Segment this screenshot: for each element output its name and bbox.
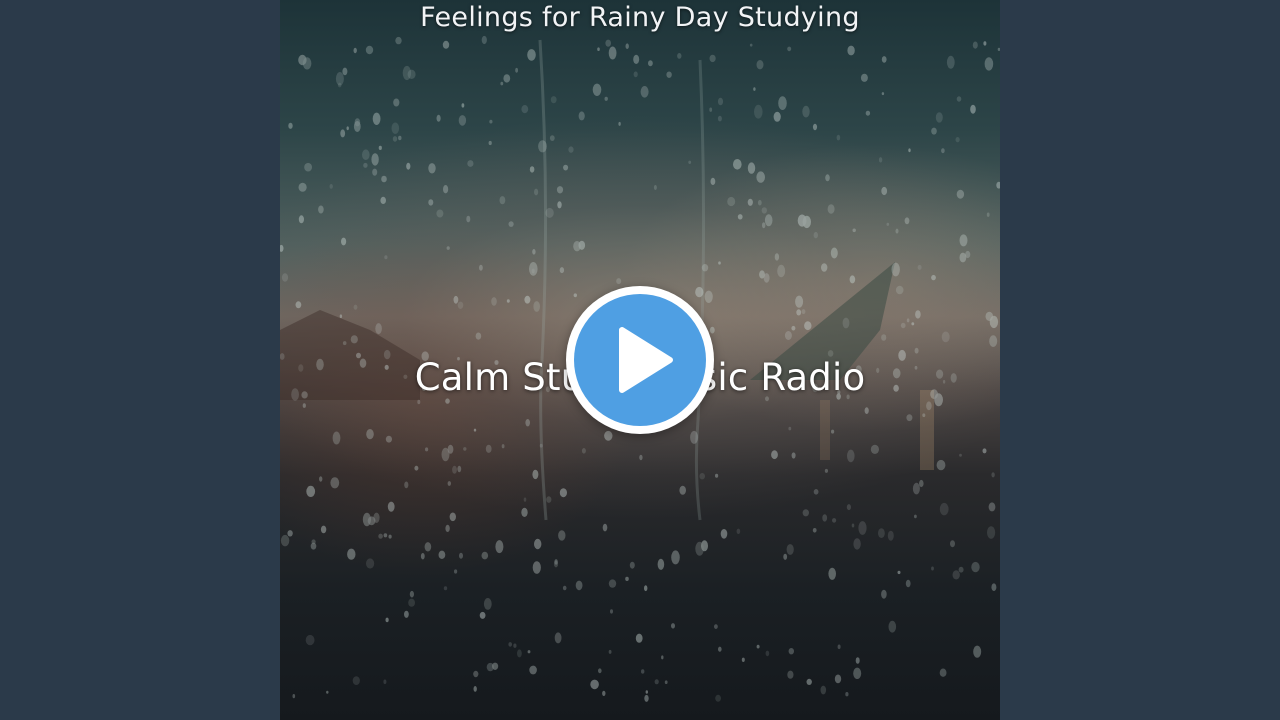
play-icon [619,327,673,393]
play-button[interactable] [566,286,714,434]
video-frame: Feelings for Rainy Day Studying Calm Stu… [0,0,1280,720]
video-title: Feelings for Rainy Day Studying [420,2,860,33]
